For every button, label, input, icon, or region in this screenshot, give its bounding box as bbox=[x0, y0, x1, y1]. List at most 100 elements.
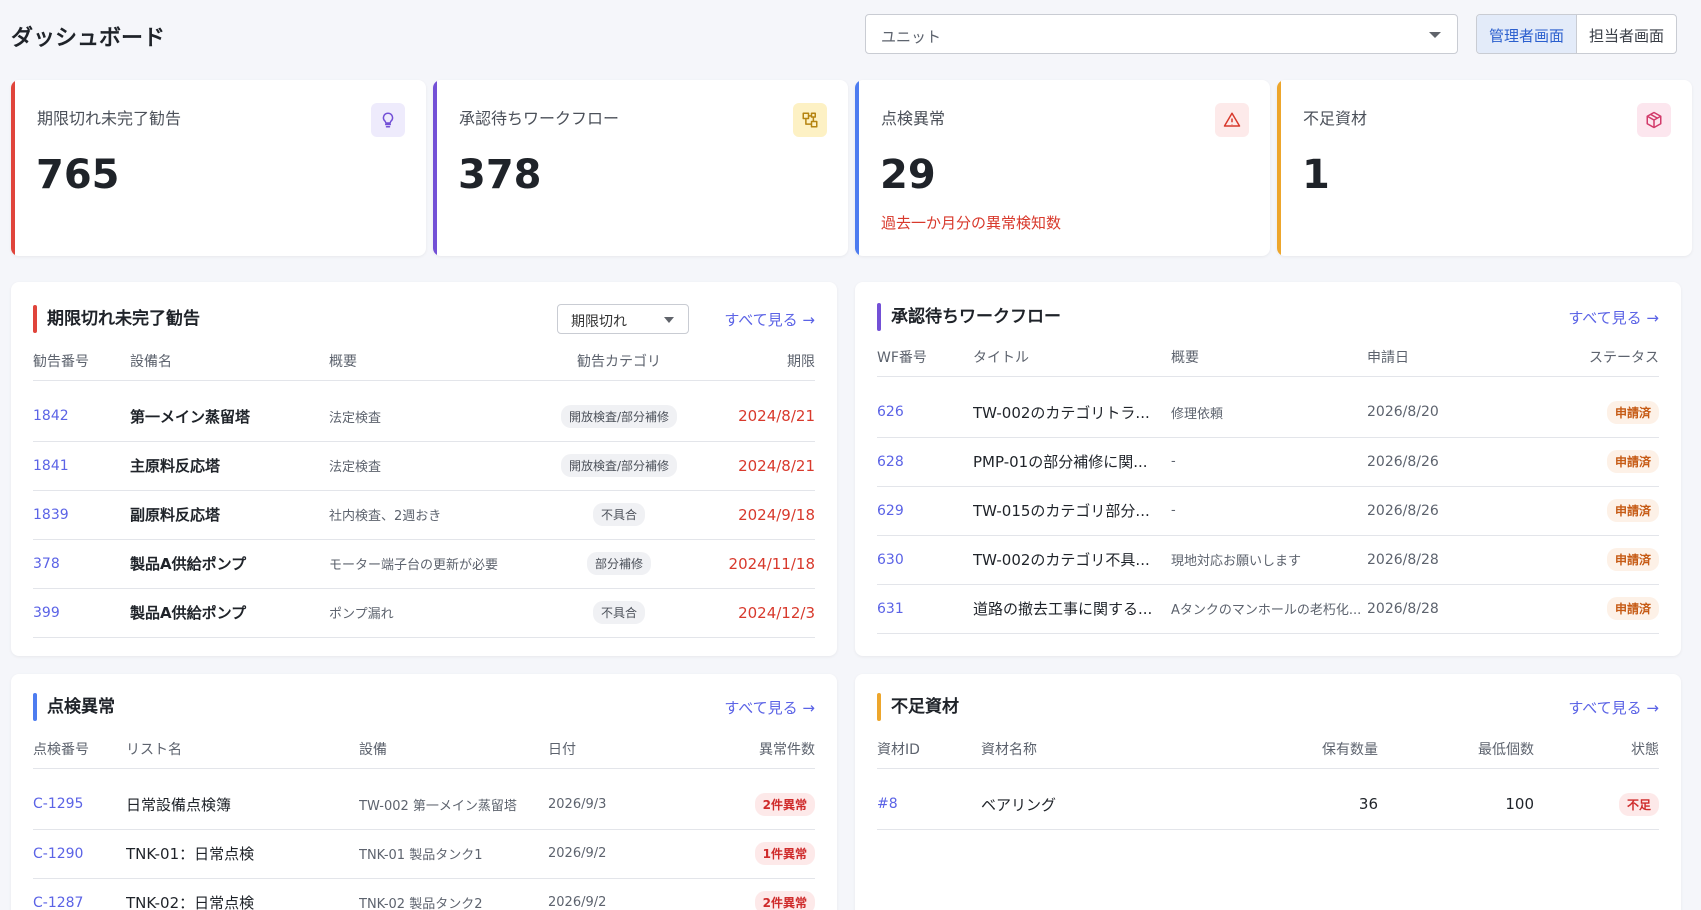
kpi-card-inspection[interactable]: 点検異常 29 過去一か月分の異常検知数 bbox=[855, 80, 1270, 256]
chevron-down-icon bbox=[1429, 32, 1441, 38]
box-icon bbox=[1637, 103, 1671, 137]
workflow-id-link[interactable]: 629 bbox=[877, 486, 973, 536]
materials-panel: 不足資材 すべて見る → 資材ID 資材名称 保有数量 最低個数 状態 #8 ベ… bbox=[855, 674, 1681, 910]
overdue-filter-select[interactable]: 期限切れ bbox=[557, 304, 689, 334]
materials-table: 資材ID 資材名称 保有数量 最低個数 状態 #8 ベアリング 36 100 不… bbox=[877, 730, 1659, 830]
column-header: 資材名称 bbox=[981, 730, 1221, 769]
material-name: ベアリング bbox=[981, 780, 1221, 830]
category-badge: 不具合 bbox=[592, 601, 645, 624]
kpi-value: 1 bbox=[1302, 152, 1330, 198]
request-date: 2026/8/20 bbox=[1367, 388, 1517, 438]
workflow-id-link[interactable]: 630 bbox=[877, 535, 973, 585]
recommendations-panel: 期限切れ未完了勧告 期限切れ すべて見る → 勧告番号 設備名 概要 勧告カテゴ… bbox=[11, 282, 837, 656]
kpi-card-materials[interactable]: 不足資材 1 bbox=[1277, 80, 1692, 256]
workflow-id-link[interactable]: 626 bbox=[877, 388, 973, 438]
panel-header: 期限切れ未完了勧告 期限切れ すべて見る → bbox=[33, 304, 815, 334]
table-row[interactable]: 378 製品A供給ポンプ モーター端子台の更新が必要 部分補修 2024/11/… bbox=[33, 539, 815, 589]
unit-select[interactable]: ユニット bbox=[865, 14, 1458, 54]
panel-title: 点検異常 bbox=[33, 693, 115, 721]
column-header: 勧告カテゴリ bbox=[539, 342, 699, 381]
recommendations-table: 勧告番号 設備名 概要 勧告カテゴリ 期限 1842 第一メイン蒸留塔 法定検査… bbox=[33, 342, 815, 638]
kpi-value: 378 bbox=[458, 152, 542, 198]
kpi-note: 過去一か月分の異常検知数 bbox=[881, 214, 1062, 232]
equipment-name: 製品A供給ポンプ bbox=[130, 539, 329, 589]
kpi-label: 承認待ちワークフロー bbox=[459, 109, 620, 128]
workflow-id-link[interactable]: 628 bbox=[877, 437, 973, 487]
due-date: 2024/12/3 bbox=[699, 588, 815, 638]
request-date: 2026/8/28 bbox=[1367, 584, 1517, 634]
see-all-link[interactable]: すべて見る → bbox=[724, 309, 815, 330]
inspection-id-link[interactable]: C-1295 bbox=[33, 780, 126, 830]
table-row[interactable]: 399 製品A供給ポンプ ポンプ漏れ 不具合 2024/12/3 bbox=[33, 588, 815, 638]
kpi-label: 不足資材 bbox=[1303, 109, 1368, 128]
equipment-name: TNK-02 製品タンク2 bbox=[359, 878, 548, 910]
column-header: 保有数量 bbox=[1221, 730, 1378, 769]
table-row[interactable]: C-1287 TNK-02：日常点検 TNK-02 製品タンク2 2026/9/… bbox=[33, 878, 815, 910]
table-row[interactable]: 629 TW-015のカテゴリ部分... - 2026/8/26 申請済 bbox=[877, 486, 1659, 536]
chevron-down-icon bbox=[664, 317, 674, 323]
inspection-id-link[interactable]: C-1290 bbox=[33, 829, 126, 879]
table-row[interactable]: 1839 副原料反応塔 社内検査、2週おき 不具合 2024/9/18 bbox=[33, 490, 815, 540]
category-badge: 不具合 bbox=[592, 503, 645, 526]
minimum-quantity: 100 bbox=[1378, 780, 1534, 830]
panel-header: 不足資材 すべて見る → bbox=[877, 692, 1659, 722]
view-toggle: 管理者画面 担当者画面 bbox=[1476, 14, 1678, 54]
due-date: 2024/9/18 bbox=[699, 490, 815, 540]
table-row[interactable]: 1841 主原料反応塔 法定検査 開放検査/部分補修 2024/8/21 bbox=[33, 441, 815, 491]
column-header: WF番号 bbox=[877, 338, 973, 377]
recommendation-id-link[interactable]: 378 bbox=[33, 539, 130, 589]
equipment-name: TNK-01 製品タンク1 bbox=[359, 829, 548, 879]
kpi-value: 765 bbox=[36, 152, 120, 198]
inspection-date: 2026/9/2 bbox=[548, 878, 713, 910]
workflow-title: TW-002のカテゴリトラ... bbox=[973, 388, 1171, 438]
column-header: 期限 bbox=[699, 342, 815, 381]
summary: 現地対応お願いします bbox=[1171, 535, 1367, 585]
kpi-card-overdue[interactable]: 期限切れ未完了勧告 765 bbox=[11, 80, 426, 256]
staff-view-button[interactable]: 担当者画面 bbox=[1577, 15, 1676, 53]
column-header: 日付 bbox=[548, 730, 713, 769]
column-header: 異常件数 bbox=[713, 730, 815, 769]
inspections-panel: 点検異常 すべて見る → 点検番号 リスト名 設備 日付 異常件数 C-1295… bbox=[11, 674, 837, 910]
see-all-link[interactable]: すべて見る → bbox=[724, 697, 815, 718]
recommendation-id-link[interactable]: 399 bbox=[33, 588, 130, 638]
inspection-date: 2026/9/2 bbox=[548, 829, 713, 879]
recommendation-id-link[interactable]: 1842 bbox=[33, 392, 130, 442]
column-header: ステータス bbox=[1517, 338, 1659, 377]
see-all-link[interactable]: すべて見る → bbox=[1568, 307, 1659, 328]
material-id-link[interactable]: #8 bbox=[877, 780, 981, 830]
recommendation-id-link[interactable]: 1839 bbox=[33, 490, 130, 540]
kpi-label: 点検異常 bbox=[881, 109, 946, 128]
unit-select-placeholder: ユニット bbox=[881, 28, 942, 46]
table-row[interactable]: 628 PMP-01の部分補修に関... - 2026/8/26 申請済 bbox=[877, 437, 1659, 487]
summary: ポンプ漏れ bbox=[329, 588, 539, 638]
column-header: 状態 bbox=[1534, 730, 1659, 769]
inspection-id-link[interactable]: C-1287 bbox=[33, 878, 126, 910]
table-row[interactable]: 626 TW-002のカテゴリトラ... 修理依頼 2026/8/20 申請済 bbox=[877, 388, 1659, 438]
summary: - bbox=[1171, 437, 1367, 487]
request-date: 2026/8/26 bbox=[1367, 486, 1517, 536]
workflow-id-link[interactable]: 631 bbox=[877, 584, 973, 634]
workflow-icon bbox=[793, 103, 827, 137]
workflows-panel: 承認待ちワークフロー すべて見る → WF番号 タイトル 概要 申請日 ステータ… bbox=[855, 282, 1681, 656]
equipment-name: 製品A供給ポンプ bbox=[130, 588, 329, 638]
column-header: 設備 bbox=[359, 730, 548, 769]
table-row[interactable]: C-1290 TNK-01：日常点検 TNK-01 製品タンク1 2026/9/… bbox=[33, 829, 815, 879]
table-row[interactable]: 631 道路の撤去工事に関する... Aタンクのマンホールの老朽化... 202… bbox=[877, 584, 1659, 634]
recommendation-id-link[interactable]: 1841 bbox=[33, 441, 130, 491]
panel-title: 承認待ちワークフロー bbox=[877, 303, 1061, 331]
table-row[interactable]: C-1295 日常設備点検簿 TW-002 第一メイン蒸留塔 2026/9/3 … bbox=[33, 780, 815, 830]
workflow-title: PMP-01の部分補修に関... bbox=[973, 437, 1171, 487]
kpi-card-workflow[interactable]: 承認待ちワークフロー 378 bbox=[433, 80, 848, 256]
column-header: タイトル bbox=[973, 338, 1171, 377]
table-row[interactable]: 630 TW-002のカテゴリ不具... 現地対応お願いします 2026/8/2… bbox=[877, 535, 1659, 585]
table-row[interactable]: 1842 第一メイン蒸留塔 法定検査 開放検査/部分補修 2024/8/21 bbox=[33, 392, 815, 442]
category-badge: 開放検査/部分補修 bbox=[560, 404, 678, 428]
inspections-table: 点検番号 リスト名 設備 日付 異常件数 C-1295 日常設備点検簿 TW-0… bbox=[33, 730, 815, 910]
status-badge: 申請済 bbox=[1606, 450, 1659, 473]
summary: - bbox=[1171, 486, 1367, 536]
table-row[interactable]: #8 ベアリング 36 100 不足 bbox=[877, 780, 1659, 830]
summary: 社内検査、2週おき bbox=[329, 490, 539, 540]
see-all-link[interactable]: すべて見る → bbox=[1568, 697, 1659, 718]
status-badge: 申請済 bbox=[1606, 597, 1659, 620]
admin-view-button[interactable]: 管理者画面 bbox=[1477, 15, 1578, 53]
